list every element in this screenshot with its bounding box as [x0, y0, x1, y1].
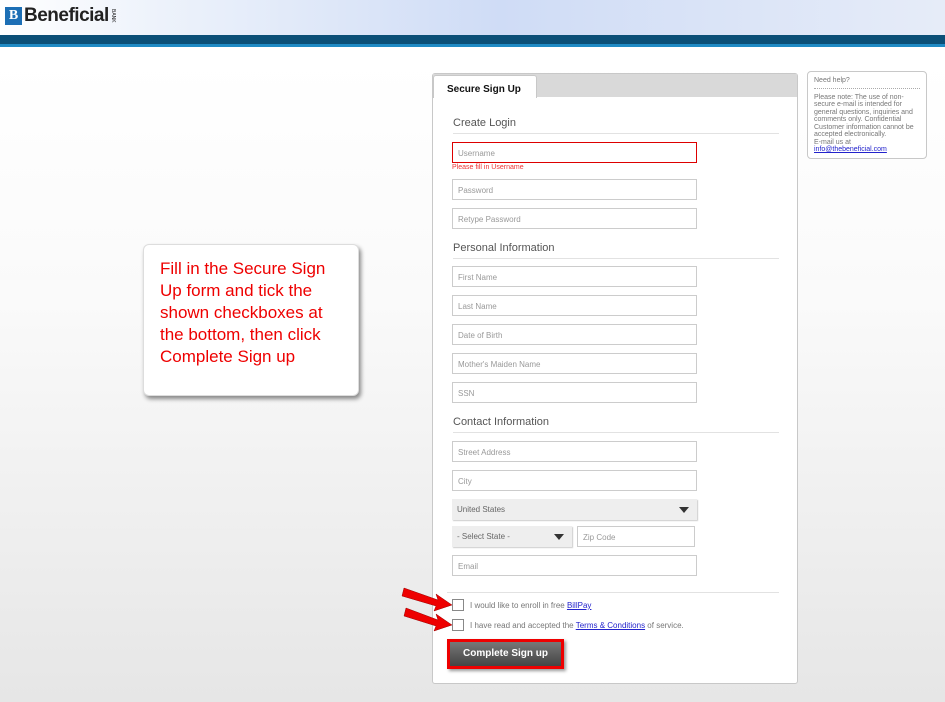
section-create-login: Create Login — [453, 117, 779, 134]
header-bar — [0, 35, 945, 44]
city-input[interactable]: City — [452, 470, 697, 491]
tab-secure-sign-up[interactable]: Secure Sign Up — [433, 75, 537, 98]
billpay-label: I would like to enroll in free BillPay — [470, 601, 591, 610]
last-name-input[interactable]: Last Name — [452, 295, 697, 316]
beneficial-logo[interactable]: B Beneficial BANK — [5, 5, 116, 27]
billpay-text: I would like to enroll in free — [470, 601, 567, 610]
state-select[interactable]: - Select State - — [452, 526, 572, 547]
help-body: Please note: The use of non-secure e-mai… — [814, 93, 914, 139]
signup-panel: Secure Sign Up Create Login Username Ple… — [432, 73, 798, 684]
arrow-icon — [403, 607, 453, 632]
section-personal-info: Personal Information — [453, 242, 779, 259]
logo-mark: B — [5, 7, 22, 25]
logo-name: Beneficial — [24, 5, 109, 26]
logo-sub: BANK — [109, 9, 116, 23]
country-select[interactable]: United States — [452, 499, 697, 520]
retype-password-input[interactable]: Retype Password — [452, 208, 697, 229]
dob-input[interactable]: Date of Birth — [452, 324, 697, 345]
ssn-input[interactable]: SSN — [452, 382, 697, 403]
header-stripe — [0, 44, 945, 47]
terms-text-post: of service. — [645, 621, 684, 630]
maiden-name-input[interactable]: Mother's Maiden Name — [452, 353, 697, 374]
complete-sign-up-button[interactable]: Complete Sign up — [447, 639, 564, 669]
help-email-link[interactable]: info@thebeneficial.com — [814, 146, 887, 153]
chevron-down-icon — [679, 507, 689, 513]
arrow-icon — [401, 587, 453, 612]
instruction-callout: Fill in the Secure Sign Up form and tick… — [143, 244, 359, 396]
section-contact-info: Contact Information — [453, 416, 779, 433]
help-email-label: E-mail us at — [814, 138, 851, 146]
billpay-link[interactable]: BillPay — [567, 601, 591, 610]
first-name-input[interactable]: First Name — [452, 266, 697, 287]
arrow-annotations — [401, 587, 453, 632]
divider — [447, 592, 779, 593]
email-input[interactable]: Email — [452, 555, 697, 576]
username-input[interactable]: Username — [452, 142, 697, 163]
terms-label: I have read and accepted the Terms & Con… — [470, 621, 684, 630]
help-title: Need help? — [814, 77, 920, 89]
street-input[interactable]: Street Address — [452, 441, 697, 462]
terms-link[interactable]: Terms & Conditions — [576, 621, 645, 630]
password-input[interactable]: Password — [452, 179, 697, 200]
terms-text: I have read and accepted the — [470, 621, 576, 630]
help-box: Need help? Please note: The use of non-s… — [807, 71, 927, 159]
username-error: Please fill in Username — [452, 164, 524, 171]
country-value: United States — [457, 505, 506, 514]
chevron-down-icon — [554, 534, 564, 540]
state-value: - Select State - — [457, 532, 510, 541]
zip-input[interactable]: Zip Code — [577, 526, 695, 547]
header — [0, 0, 945, 35]
